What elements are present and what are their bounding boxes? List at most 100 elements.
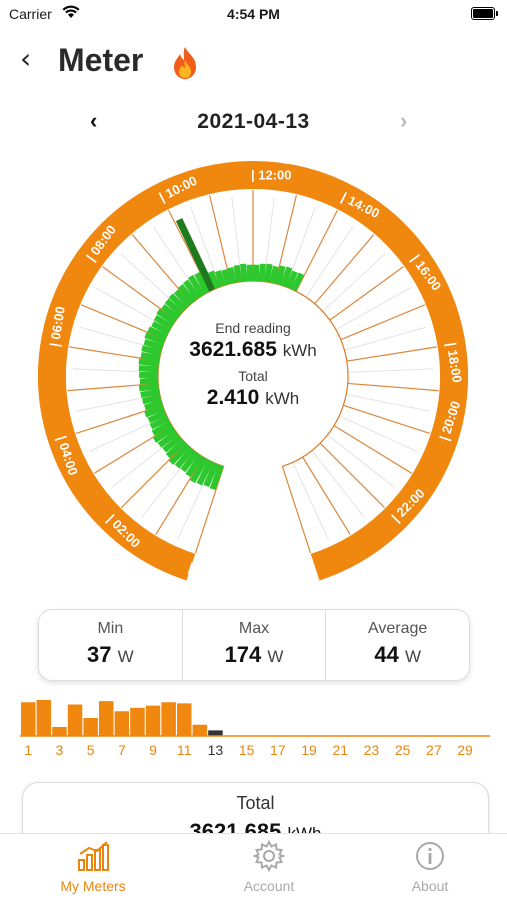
- hour-spoke: [315, 235, 374, 304]
- usage-bar: [272, 266, 275, 283]
- month-day-bar[interactable]: [37, 700, 52, 736]
- month-day-label[interactable]: 21: [332, 742, 348, 758]
- tab-bar: My Meters Account About: [0, 833, 507, 901]
- month-day-bar[interactable]: [115, 711, 130, 736]
- stats-card: Min 37 W Max 174 W Average 44 W: [38, 609, 470, 681]
- month-day-bar[interactable]: [161, 702, 176, 736]
- usage-bar: [139, 368, 158, 369]
- month-day-bar[interactable]: [52, 727, 66, 736]
- month-day-label[interactable]: 25: [395, 742, 411, 758]
- month-day-label[interactable]: 17: [270, 742, 286, 758]
- min-value: 37 W: [39, 642, 182, 668]
- page-title: Meter: [58, 42, 143, 79]
- hour-spoke: [320, 443, 384, 507]
- month-day-label[interactable]: 11: [177, 742, 192, 758]
- month-day-bar[interactable]: [130, 708, 145, 736]
- month-day-label[interactable]: 9: [149, 742, 157, 758]
- month-day-labels: 1357911131517192123252729: [20, 742, 490, 762]
- month-day-label[interactable]: 1: [24, 742, 32, 758]
- month-day-label[interactable]: 19: [301, 742, 317, 758]
- usage-bar: [230, 268, 233, 283]
- usage-bar: [139, 361, 159, 364]
- usage-bar: [141, 392, 160, 395]
- fire-icon: [170, 46, 200, 80]
- tab-my-meters[interactable]: My Meters: [33, 840, 153, 894]
- average-label: Average: [326, 620, 469, 638]
- month-day-label[interactable]: 13: [208, 742, 224, 758]
- month-day-label[interactable]: 15: [239, 742, 255, 758]
- hour-guide-line: [348, 369, 433, 372]
- hour-spoke: [296, 210, 337, 291]
- tab-account-label: Account: [244, 878, 295, 894]
- month-day-label[interactable]: 7: [118, 742, 126, 758]
- battery-icon: [471, 7, 495, 20]
- hour-guide-line: [293, 462, 329, 539]
- date-navigator: ‹ 2021-04-13 ›: [0, 108, 507, 138]
- hour-spoke: [347, 347, 437, 361]
- month-day-bar[interactable]: [208, 730, 223, 736]
- hour-guide-line: [346, 395, 429, 412]
- hour-guide-line: [339, 416, 416, 452]
- month-day-bar[interactable]: [68, 705, 83, 737]
- gear-icon: [253, 840, 285, 872]
- month-day-label[interactable]: 23: [364, 742, 380, 758]
- dial-center-summary: End reading 3621.685 kWh Total 2.410 kWh: [163, 320, 343, 410]
- hour-spoke: [348, 383, 439, 390]
- monthly-usage-chart[interactable]: [20, 696, 490, 740]
- month-day-bar[interactable]: [21, 702, 36, 736]
- tab-about[interactable]: About: [370, 840, 490, 894]
- month-day-label[interactable]: 5: [87, 742, 95, 758]
- month-day-bar[interactable]: [146, 706, 161, 736]
- back-chevron-icon[interactable]: ‹: [20, 42, 31, 75]
- month-day-bar[interactable]: [177, 703, 192, 736]
- hour-guide-line: [96, 288, 170, 330]
- usage-bar: [237, 265, 239, 282]
- month-day-bar[interactable]: [193, 725, 208, 736]
- average-value: 44 W: [326, 642, 469, 668]
- total-value: 2.410 kWh: [163, 386, 343, 410]
- next-day-icon[interactable]: ›: [400, 108, 407, 134]
- end-reading-value: 3621.685 kWh: [163, 338, 343, 362]
- month-day-bar[interactable]: [83, 718, 98, 736]
- hour-label-group: | 00:00: [187, 559, 230, 586]
- month-day-label[interactable]: 3: [56, 742, 64, 758]
- usage-bar: [143, 397, 161, 401]
- average-stat: Average 44 W: [326, 610, 469, 680]
- tab-my-meters-label: My Meters: [60, 878, 125, 894]
- hour-spoke: [132, 235, 191, 304]
- hour-guide-line: [344, 327, 426, 350]
- current-date: 2021-04-13: [0, 110, 507, 134]
- hour-guide-line: [336, 288, 410, 330]
- hour-label-group: | 12:00: [251, 168, 292, 183]
- hour-spoke: [282, 466, 310, 553]
- total-card-label: Total: [23, 793, 488, 814]
- bar-chart-icon: [76, 840, 110, 872]
- month-day-label[interactable]: 27: [426, 742, 442, 758]
- max-label: Max: [183, 620, 326, 638]
- total-label: Total: [163, 368, 343, 384]
- hour-spoke: [81, 305, 165, 340]
- usage-bar: [224, 270, 228, 285]
- usage-bar: [139, 386, 158, 388]
- usage-bar: [141, 355, 160, 358]
- month-day-bar[interactable]: [99, 701, 114, 736]
- month-day-label[interactable]: 29: [457, 742, 473, 758]
- tab-about-label: About: [412, 878, 449, 894]
- max-stat: Max 174 W: [183, 610, 327, 680]
- usage-bar: [140, 381, 158, 382]
- nav-bar: ‹ Meter: [0, 38, 507, 84]
- hour-label: | 12:00: [251, 168, 292, 183]
- hour-spoke: [121, 443, 185, 507]
- info-icon: [414, 840, 446, 872]
- hour-spoke: [341, 305, 425, 340]
- min-label: Min: [39, 620, 182, 638]
- end-reading-label: End reading: [163, 320, 343, 336]
- usage-bar: [267, 264, 270, 282]
- hour-spoke: [343, 405, 430, 433]
- tab-account[interactable]: Account: [209, 840, 329, 894]
- status-bar: Carrier 4:54 PM: [0, 0, 507, 30]
- clock: 4:54 PM: [0, 6, 507, 22]
- usage-bar: [261, 264, 263, 282]
- usage-bar: [243, 264, 245, 282]
- max-value: 174 W: [183, 642, 326, 668]
